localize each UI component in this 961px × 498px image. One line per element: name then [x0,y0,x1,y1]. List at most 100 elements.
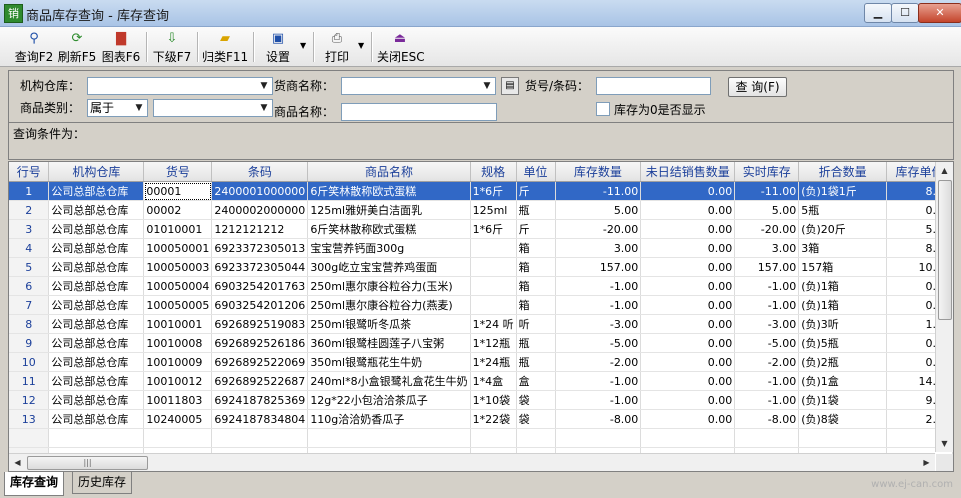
vertical-scroll-thumb[interactable] [938,180,952,320]
table-cell[interactable]: 125ml雅妍美白洁面乳 [307,200,471,220]
print-dropdown-icon[interactable]: ▼ [358,41,364,50]
table-cell[interactable]: -2.00 [734,352,800,372]
table-cell[interactable]: 10010008 [143,333,213,353]
table-cell[interactable]: 箱 [516,276,556,296]
table-cell[interactable]: 12g*22小包洽洽茶瓜子 [307,390,471,410]
table-cell[interactable]: 瓶 [516,333,556,353]
table-cell[interactable]: 1*22袋 [470,409,517,429]
table-cell[interactable]: 公司总部总仓库 [48,238,145,258]
category-operator-select[interactable]: 属于 ▼ [87,99,148,117]
table-cell[interactable]: 1*24瓶 [470,352,517,372]
table-cell[interactable] [470,276,517,296]
table-row[interactable]: 10 公司总部总仓库 10010009 6926892522069 350ml银鹭瓶花生… [9,352,953,372]
table-cell[interactable]: 公司总部总仓库 [48,257,145,277]
table-cell[interactable]: 箱 [516,257,556,277]
table-cell[interactable]: 00002 [143,200,213,220]
table-cell[interactable]: -11.00 [555,181,642,201]
category-select[interactable]: ▼ [153,99,273,117]
table-cell[interactable]: 公司总部总仓库 [48,276,145,296]
table-cell[interactable]: 2400002000000 [211,200,309,220]
table-cell[interactable]: 袋 [516,390,556,410]
column-header[interactable]: 未日结销售数量 [640,162,736,182]
table-cell[interactable]: -2.00 [555,352,642,372]
table-cell[interactable]: 箱 [516,238,556,258]
table-cell[interactable]: 10240005 [143,409,213,429]
column-header[interactable]: 行号 [9,162,50,182]
column-header[interactable]: 规格 [470,162,517,182]
table-cell[interactable]: 0.00 [640,295,736,315]
table-cell[interactable]: (负)8袋 [798,409,888,429]
table-cell[interactable]: -1.00 [555,390,642,410]
table-cell[interactable]: 公司总部总仓库 [48,371,145,391]
table-cell[interactable]: -3.00 [555,314,642,334]
table-cell[interactable]: 1212121212 [211,219,309,239]
table-cell[interactable]: (负)2瓶 [798,352,888,372]
close-window-button[interactable]: ✕ [918,3,961,23]
column-header[interactable]: 折合数量 [798,162,888,182]
row-number-cell[interactable]: 13 [9,409,50,429]
row-number-cell[interactable]: 11 [9,371,50,391]
row-number-cell[interactable]: 2 [9,200,50,220]
row-number-cell[interactable]: 8 [9,314,50,334]
table-cell[interactable]: 公司总部总仓库 [48,314,145,334]
table-cell[interactable]: 6924187825369 [211,390,309,410]
column-header[interactable]: 货号 [143,162,213,182]
tab-history-stock[interactable]: 历史库存 [72,472,133,494]
table-cell[interactable]: -1.00 [734,276,800,296]
table-cell[interactable]: (负)3听 [798,314,888,334]
table-row[interactable]: 6 公司总部总仓库 100050004 6903254201763 250ml惠尔康谷粒… [9,276,953,296]
table-row[interactable]: 3 公司总部总仓库 01010001 1212121212 6斤笑林散称欧式蛋糕 1*6斤… [9,219,953,239]
table-cell[interactable]: 10010009 [143,352,213,372]
table-cell[interactable]: 盒 [516,371,556,391]
table-row[interactable]: 1 公司总部总仓库 00001 2400001000000 6斤笑林散称欧式蛋糕 1*6斤… [9,181,953,201]
warehouse-select[interactable]: ▼ [87,77,273,95]
code-input[interactable] [596,77,711,95]
table-cell[interactable]: 1*6斤 [470,219,517,239]
table-cell[interactable] [470,257,517,277]
scroll-down-icon[interactable]: ▼ [936,435,953,452]
table-cell[interactable]: -1.00 [734,371,800,391]
chart-button[interactable]: ▇ 图表F6 [101,29,141,64]
table-row[interactable]: 8 公司总部总仓库 10010001 6926892519083 250ml银鹭听冬瓜茶… [9,314,953,334]
table-cell[interactable]: 听 [516,314,556,334]
table-cell[interactable]: 公司总部总仓库 [48,352,145,372]
vertical-scrollbar[interactable]: ▲ ▼ [935,162,953,452]
sublevel-button[interactable]: ⇩ 下级F7 [151,29,193,64]
table-cell[interactable]: 1*6斤 [470,181,517,201]
table-cell[interactable]: 0.00 [640,352,736,372]
table-cell[interactable]: 瓶 [516,352,556,372]
table-cell[interactable]: -5.00 [555,333,642,353]
table-cell[interactable]: -1.00 [555,371,642,391]
table-cell[interactable]: 157.00 [555,257,642,277]
table-cell[interactable]: (负)1箱 [798,276,888,296]
product-name-input[interactable] [341,103,497,121]
row-number-cell[interactable]: 1 [9,181,50,201]
table-cell[interactable]: -8.00 [555,409,642,429]
table-cell[interactable]: 10011803 [143,390,213,410]
table-cell[interactable]: (负)1袋 [798,390,888,410]
table-row[interactable]: 9 公司总部总仓库 10010008 6926892526186 360ml银鹭桂圆莲子… [9,333,953,353]
table-cell[interactable]: 0.00 [640,181,736,201]
table-cell[interactable]: 5.00 [555,200,642,220]
table-cell[interactable]: 袋 [516,409,556,429]
table-cell[interactable]: 100050001 [143,238,213,258]
table-cell[interactable]: 0.00 [640,314,736,334]
column-header[interactable]: 机构仓库 [48,162,145,182]
table-cell[interactable]: 0.00 [640,409,736,429]
table-cell[interactable]: 公司总部总仓库 [48,390,145,410]
table-cell[interactable]: 公司总部总仓库 [48,409,145,429]
table-row[interactable]: 2 公司总部总仓库 00002 2400002000000 125ml雅妍美白洁面乳 12… [9,200,953,220]
maximize-button[interactable]: ☐ [891,3,919,23]
table-cell[interactable]: 5.00 [734,200,800,220]
table-cell[interactable]: 箱 [516,295,556,315]
query-button[interactable]: ⚲ 查询F2 [14,29,54,64]
table-cell[interactable] [470,238,517,258]
table-cell[interactable]: (负)1袋1斤 [798,181,888,201]
table-cell[interactable]: (负)5瓶 [798,333,888,353]
table-cell[interactable]: 6926892526186 [211,333,309,353]
table-cell[interactable]: 1*24 听 [470,314,517,334]
table-cell[interactable]: 1*10袋 [470,390,517,410]
table-cell[interactable]: 350ml银鹭瓶花生牛奶 [307,352,471,372]
table-cell[interactable]: 6923372305013 [211,238,309,258]
row-number-cell[interactable]: 6 [9,276,50,296]
